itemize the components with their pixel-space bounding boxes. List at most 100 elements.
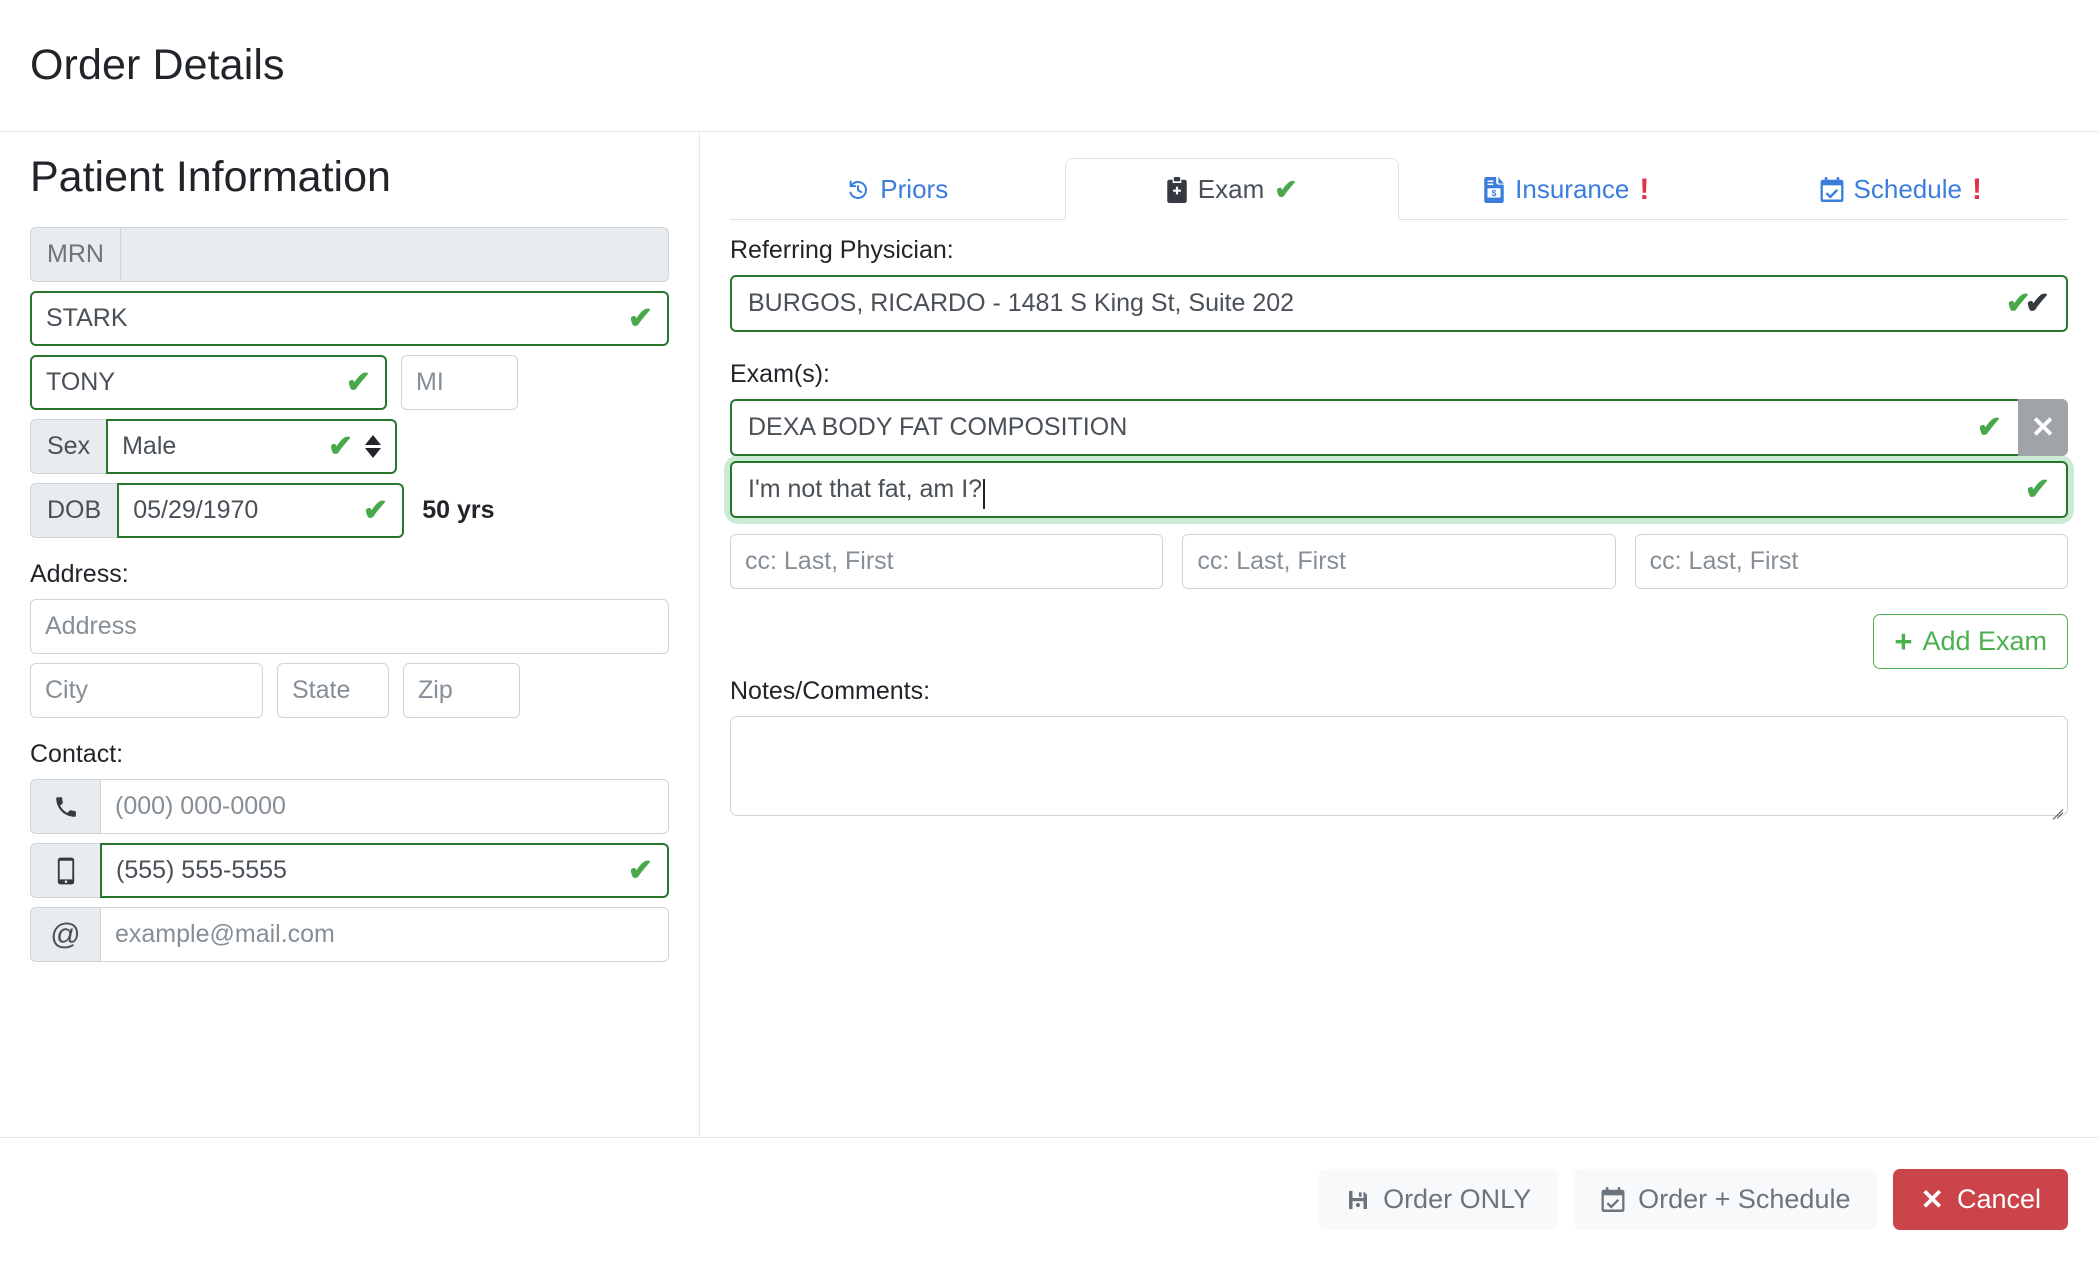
tab-bar: Priors Exam ✔ $ Insurance ! Schedule ! (730, 150, 2068, 220)
address-label: Address: (30, 560, 129, 589)
tab-exam[interactable]: Exam ✔ (1064, 158, 1399, 220)
tab-insurance-status-alert-icon: ! (1639, 172, 1650, 206)
order-schedule-button[interactable]: Order + Schedule (1574, 1169, 1878, 1230)
history-icon (846, 178, 870, 202)
age-note: 50 yrs (422, 496, 495, 525)
sex-value: Male (122, 432, 177, 461)
middle-initial-input[interactable]: MI (401, 355, 518, 411)
order-schedule-label: Order + Schedule (1638, 1184, 1851, 1214)
zip-placeholder: Zip (418, 676, 453, 705)
valid-check-icon: ✔ (1976, 410, 2002, 444)
cc-placeholder-2: cc: Last, First (1197, 547, 1346, 575)
resize-grip-icon[interactable] (2047, 796, 2064, 820)
last-name-value: STARK (46, 304, 128, 333)
first-name-row: TONY ✔ MI (30, 355, 669, 411)
zip-input[interactable]: Zip (403, 663, 520, 719)
tab-insurance-label: Insurance (1515, 174, 1630, 204)
tab-exam-label: Exam (1197, 174, 1265, 204)
calendar-check-icon (1820, 177, 1844, 202)
add-exam-button[interactable]: + Add Exam (1873, 614, 2068, 669)
sex-field-group: Sex Male ✔ (30, 419, 669, 475)
file-invoice-dollar-icon: $ (1483, 176, 1505, 203)
exam-name-row: DEXA BODY FAT COMPOSITION ✔ ✕ (730, 399, 2068, 456)
last-name-input[interactable]: STARK ✔ (30, 291, 669, 347)
dob-value: 05/29/1970 (133, 496, 259, 525)
exam-name-value: DEXA BODY FAT COMPOSITION (748, 413, 1128, 441)
calendar-check-icon (1601, 1187, 1625, 1212)
exam-reason-focus-ring: I'm not that fat, am I? ✔ (730, 461, 2068, 518)
notes-textarea[interactable] (730, 716, 2068, 820)
exam-name-input[interactable]: DEXA BODY FAT COMPOSITION ✔ (730, 399, 2018, 456)
sex-label: Sex (30, 419, 107, 475)
patient-information-panel: Patient Information MRN STARK ✔ TONY ✔ M… (0, 132, 700, 1137)
cancel-label: Cancel (1956, 1184, 2041, 1214)
cc-placeholder-1: cc: Last, First (745, 547, 894, 575)
add-exam-label: Add Exam (1922, 626, 2047, 656)
valid-check-icon: ✔ (627, 301, 653, 335)
referring-physician-value: BURGOS, RICARDO - 1481 S King St, Suite … (748, 289, 1295, 317)
clipboard-medical-icon (1166, 176, 1188, 203)
modal-footer: Order ONLY Order + Schedule ✕ Cancel (0, 1137, 2098, 1261)
notes-label: Notes/Comments: (730, 677, 931, 705)
dob-input[interactable]: 05/29/1970 ✔ (117, 483, 405, 539)
order-only-label: Order ONLY (1383, 1184, 1532, 1214)
city-placeholder: City (45, 676, 89, 705)
middle-initial-placeholder: MI (416, 368, 444, 397)
tab-schedule-label: Schedule (1853, 174, 1962, 204)
modal-body: Patient Information MRN STARK ✔ TONY ✔ M… (0, 132, 2098, 1137)
select-caret-icon (365, 435, 382, 459)
contact-label: Contact: (30, 740, 124, 769)
sex-select[interactable]: Male ✔ (106, 419, 398, 475)
tab-priors[interactable]: Priors (730, 158, 1065, 220)
save-icon (1346, 1188, 1370, 1212)
city-input[interactable]: City (30, 663, 263, 719)
mrn-field-group: MRN (30, 227, 669, 283)
plus-icon: + (1894, 624, 1913, 659)
order-tabs-panel: Priors Exam ✔ $ Insurance ! Schedule ! R… (700, 132, 2098, 1137)
state-placeholder: State (292, 676, 351, 705)
address-input[interactable]: Address (30, 599, 669, 655)
referring-physician-input[interactable]: BURGOS, RICARDO - 1481 S King St, Suite … (730, 275, 2068, 332)
state-input[interactable]: State (277, 663, 389, 719)
city-state-zip-row: City State Zip (30, 663, 669, 719)
cancel-button[interactable]: ✕ Cancel (1893, 1169, 2068, 1230)
first-name-value: TONY (46, 368, 115, 397)
svg-text:$: $ (1492, 187, 1497, 197)
phone-input[interactable]: (000) 000-0000 (100, 779, 669, 835)
mobile-input[interactable]: (555) 555-5555 ✔ (100, 843, 669, 899)
phone-icon (30, 779, 100, 835)
valid-check-icon: ✔ (327, 429, 354, 463)
cc-fields-row: cc: Last, First cc: Last, First cc: Last… (730, 534, 2068, 589)
order-only-button[interactable]: Order ONLY (1319, 1169, 1559, 1230)
mrn-label: MRN (30, 227, 120, 283)
tab-schedule-status-alert-icon: ! (1971, 172, 1982, 206)
tab-schedule[interactable]: Schedule ! (1734, 158, 2069, 220)
tab-insurance[interactable]: $ Insurance ! (1399, 158, 1734, 220)
page-title: Order Details (30, 41, 285, 89)
dob-label: DOB (30, 483, 118, 539)
first-name-input[interactable]: TONY ✔ (30, 355, 387, 411)
tab-exam-status-check-icon: ✔ (1274, 174, 1298, 205)
at-sign-icon: @ (30, 907, 100, 963)
phone-placeholder: (000) 000-0000 (115, 792, 286, 821)
cc-input-3[interactable]: cc: Last, First (1634, 534, 2068, 589)
last-name-row: STARK ✔ (30, 291, 669, 347)
exams-label: Exam(s): (730, 360, 830, 388)
mobile-value: (555) 555-5555 (116, 856, 287, 885)
cc-input-1[interactable]: cc: Last, First (730, 534, 1164, 589)
tab-priors-label: Priors (880, 174, 949, 204)
cc-input-2[interactable]: cc: Last, First (1182, 534, 1616, 589)
autofill-check-icon: ✔ (2024, 286, 2050, 320)
exam-reason-value: I'm not that fat, am I? (748, 475, 983, 503)
exam-reason-input[interactable]: I'm not that fat, am I? ✔ (730, 461, 2068, 518)
text-caret (983, 478, 986, 509)
phone-field-group: (000) 000-0000 (30, 779, 669, 835)
close-icon: ✕ (1920, 1183, 1944, 1215)
add-exam-row: + Add Exam (730, 614, 2068, 669)
email-input[interactable]: example@mail.com (100, 907, 669, 963)
valid-check-icon: ✔ (2024, 472, 2050, 506)
remove-exam-button[interactable]: ✕ (2018, 399, 2068, 456)
referring-physician-label: Referring Physician: (730, 236, 954, 264)
dob-field-group: DOB 05/29/1970 ✔ 50 yrs (30, 483, 669, 539)
patient-information-heading: Patient Information (30, 153, 391, 201)
